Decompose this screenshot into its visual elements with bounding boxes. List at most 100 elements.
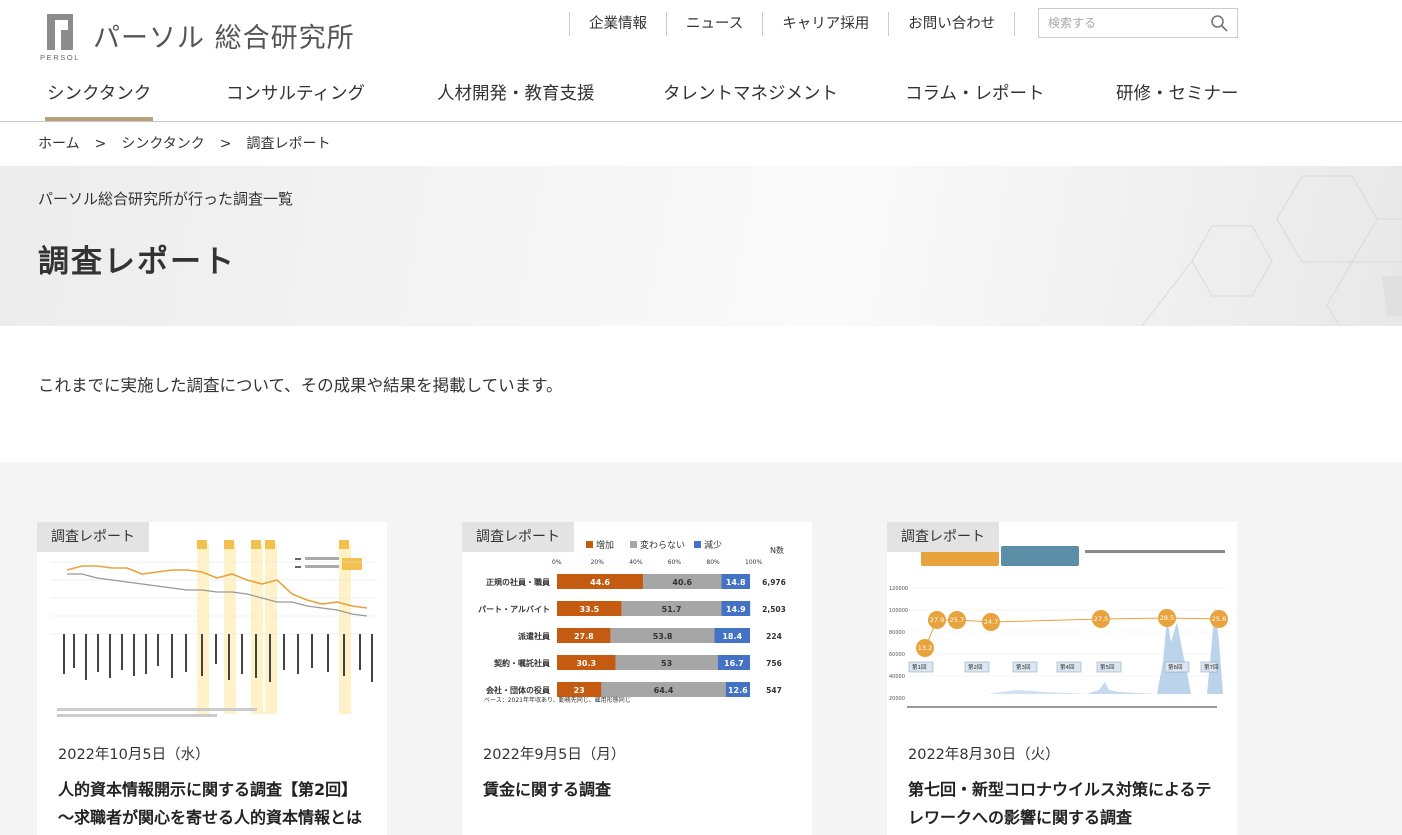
nav-consulting[interactable]: コンサルティング [226,80,365,105]
data-label: 14.8 [726,578,746,587]
report-date: 2022年9月5日（月） [483,747,626,763]
data-point-label: 27.5 [1094,615,1108,623]
wave-label: 第1回 [912,663,927,671]
report-title[interactable]: 人的資本情報開示に関する調査【第2回】～求職者が関心を寄せる人的資本情報とは [58,776,373,832]
report-list: 調査レポート 2022年10月5日（水） 人的資本情報開示に関する調査【第2回】… [0,462,1402,835]
report-thumbnail: 増加 変わらない 減少 N数 0% 20% 40% 60% 80% 100% 正規の社員・… [462,522,812,722]
axis-tick-label: 60% [668,559,682,566]
breadcrumb-current: 調査レポート [246,136,331,152]
breadcrumb-think-tank[interactable]: シンクタンク [121,133,204,153]
hexagon-pattern-decoration [1141,175,1402,326]
n-value: 756 [766,659,782,668]
page-title: 調査レポート [38,244,236,280]
data-label: 51.7 [662,605,682,614]
logo-mark-text: PERSOL [40,53,81,62]
nav-think-tank[interactable]: シンクタンク [44,80,154,121]
row-label: 会社・団体の役員 [486,685,550,695]
wave-label: 第7回 [1204,663,1219,671]
report-date: 2022年10月5日（水） [58,747,210,763]
y-tick-label: 20000 [889,696,905,702]
wave-label: 第3回 [1016,663,1031,671]
intro-text: これまでに実施した調査について、その成果や結果を掲載しています。 [38,376,563,395]
report-title[interactable]: 賃金に関する調査 [483,776,798,804]
category-tag: 調査レポート [37,522,149,552]
legend-same: 変わらない [640,539,685,551]
nav-column-report[interactable]: コラム・レポート [905,80,1044,105]
chart-footnote: ベース：2021年年収あり、勤務先同じ、雇用形態同じ [484,696,631,704]
utility-link-careers[interactable]: キャリア採用 [763,12,890,36]
category-tag: 調査レポート [887,522,999,552]
data-point-label: 24.7 [984,618,998,626]
data-label: 53.8 [653,632,673,641]
data-label: 33.5 [579,605,599,614]
data-point-label: 25.7 [950,616,964,624]
legend-swatch-increase [586,541,593,548]
row-label: 派遣社員 [518,631,550,641]
category-tag: 調査レポート [462,522,574,552]
utility-link-news[interactable]: ニュース [667,12,764,36]
legend-swatch-same [630,541,637,548]
breadcrumb-separator: > [94,136,107,152]
n-label: N数 [770,545,784,555]
data-label: 40.6 [672,578,692,587]
data-label: 64.4 [654,686,674,695]
data-point-label: 28.5 [1160,614,1174,622]
search-icon[interactable] [1210,14,1228,32]
report-card[interactable]: 120000 100000 80000 60000 40000 20000 13.2 27.… [887,522,1237,835]
wave-label: 第6回 [1168,663,1183,671]
breadcrumb-separator: > [219,136,232,152]
report-title[interactable]: 第七回・新型コロナウイルス対策によるテレワークへの影響に関する調査 [908,776,1223,832]
report-thumbnail: 120000 100000 80000 60000 40000 20000 13.2 27.… [887,522,1237,722]
nav-training-seminar[interactable]: 研修・セミナー [1116,80,1239,105]
utility-link-company[interactable]: 企業情報 [570,12,667,36]
axis-tick-label: 100% [745,559,762,566]
search-box [1038,8,1238,38]
y-tick-label: 120000 [889,586,908,592]
main-nav: シンクタンク コンサルティング 人材開発・教育支援 タレントマネジメント コラム… [0,66,1402,122]
axis-tick-label: 80% [706,559,720,566]
n-value: 2,503 [762,605,786,614]
data-point-label: 13.2 [918,644,932,652]
search-input[interactable] [1039,9,1199,37]
page-subtitle: パーソル総合研究所が行った調査一覧 [38,190,294,208]
legend-decrease: 減少 [704,539,722,551]
breadcrumb-home[interactable]: ホーム [38,133,80,153]
data-label: 12.6 [728,686,748,695]
report-thumbnail [37,522,387,722]
legend-swatch-decrease [694,541,701,548]
nav-talent-management[interactable]: タレントマネジメント [663,80,838,105]
brand-logo[interactable]: PERSOL パーソル 総合研究所 [40,14,355,64]
report-card[interactable]: 調査レポート 2022年10月5日（水） 人的資本情報開示に関する調査【第2回】… [37,522,387,835]
wave-label: 第2回 [968,663,983,671]
row-label: パート・アルバイト [478,604,550,614]
axis-tick-label: 40% [629,559,643,566]
y-tick-label: 60000 [889,652,905,658]
breadcrumb: ホーム > シンクタンク > 調査レポート [38,133,331,153]
wave-label: 第5回 [1100,663,1115,671]
y-tick-label: 40000 [889,674,905,680]
n-value: 6,976 [762,578,786,587]
row-label: 契約・嘱託社員 [493,658,550,668]
data-label: 14.9 [726,605,746,614]
data-label: 27.8 [574,632,594,641]
utility-nav: 企業情報 ニュース キャリア採用 お問い合わせ [569,12,1016,36]
y-tick-label: 80000 [889,630,905,636]
data-point-label: 27.9 [930,616,944,624]
report-date: 2022年8月30日（火） [908,747,1060,763]
brand-name: パーソル 総合研究所 [93,23,355,54]
row-label: 正規の社員・職員 [486,577,550,587]
report-card[interactable]: 増加 変わらない 減少 N数 0% 20% 40% 60% 80% 100% 正規の社員・… [462,522,812,835]
data-label: 44.6 [590,578,610,587]
data-point-label: 25.6 [1212,615,1226,623]
utility-link-contact[interactable]: お問い合わせ [889,12,1016,36]
nav-hr-development[interactable]: 人材開発・教育支援 [437,80,595,105]
axis-tick-label: 20% [591,559,605,566]
n-value: 547 [766,686,782,695]
data-label: 16.7 [724,659,744,668]
data-label: 23 [574,686,585,695]
wave-label: 第4回 [1060,663,1075,671]
legend-increase: 増加 [596,539,614,551]
data-label: 53 [661,659,672,668]
y-tick-label: 100000 [889,608,908,614]
axis-tick-label: 0% [552,559,562,566]
